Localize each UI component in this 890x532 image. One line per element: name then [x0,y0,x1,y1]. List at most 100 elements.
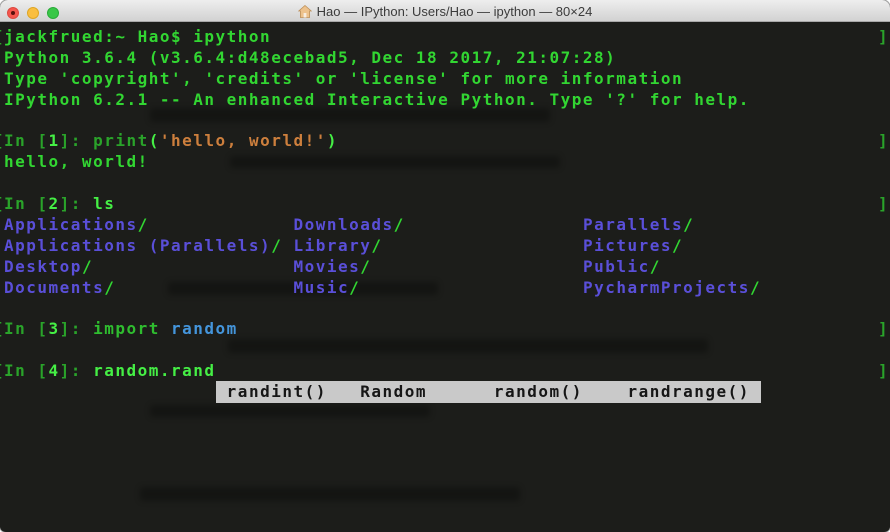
terminal-line: Applications (Parallels)/ Library/ Pictu… [0,236,890,257]
terminal-line [0,111,890,132]
window-title: Hao — IPython: Users/Hao — ipython — 80×… [317,4,593,19]
text-segment: / [683,215,694,234]
terminal-line: randint() Random random() randrange() [0,382,890,403]
text-segment [371,257,583,276]
text-segment: Documents [4,278,104,297]
text-segment: In [ [4,319,49,338]
text-segment: / [750,278,761,297]
text-segment: ( [149,131,160,150]
text-segment [383,236,583,255]
text-segment: 'hello, world!' [160,131,327,150]
line-edge-bracket: [ [0,319,5,340]
terminal-line: Desktop/ Movies/ Public/ [0,257,890,278]
text-segment: ]: [60,194,93,213]
line-edge-bracket: ] [878,27,889,48]
text-segment: / [82,257,93,276]
text-segment: ]: [60,319,93,338]
completion-item[interactable]: randrange() [627,382,749,401]
text-segment [360,278,583,297]
menu-offset [4,383,216,402]
text-segment: Public [583,257,650,276]
text-segment: 4 [49,361,60,380]
line-edge-bracket: ] [878,319,889,340]
text-segment: PycharmProjects [583,278,750,297]
menu-padding [750,382,761,401]
line-edge-bracket: [ [0,361,5,382]
text-segment: hello, world! [4,152,149,171]
menu-padding [216,382,227,401]
text-segment: Parallels [583,215,683,234]
text-segment [282,236,293,255]
text-segment: random [171,319,238,338]
text-segment: In [ [4,131,49,150]
terminal-line: Documents/ Music/ PycharmProjects/ [0,278,890,299]
text-segment: print [93,131,149,150]
terminal-line: [] In [3]: import random [0,319,890,340]
terminal-line: [] In [1]: print('hello, world!') [0,131,890,152]
text-segment: ]: [60,361,93,380]
completion-menu: randint() Random random() randrange() [216,381,762,403]
terminal-line: hello, world! [0,152,890,173]
text-segment: Type 'copyright', 'credits' or 'license'… [4,69,683,88]
terminal-line: [] In [2]: ls [0,194,890,215]
text-segment: Music [293,278,349,297]
terminal-output: [] jackfrued:~ Hao$ ipython Python 3.6.4 (… [0,22,890,403]
line-edge-bracket: ] [878,361,889,382]
text-segment: Desktop [4,257,82,276]
terminal-line: IPython 6.2.1 -- An enhanced Interactive… [0,90,890,111]
text-segment: ) [327,131,338,150]
text-segment: / [349,278,360,297]
text-segment: Downloads [293,215,393,234]
text-segment: Applications [4,215,138,234]
ghost-text-smudge [140,487,520,501]
line-edge-bracket: [ [0,194,5,215]
terminal-line: [] In [4]: random.rand [0,361,890,382]
text-segment: jackfrued:~ Hao$ ipython [4,27,271,46]
home-folder-icon[interactable] [298,5,312,18]
terminal-line: Python 3.6.4 (v3.6.4:d48ecebad5, Dec 18 … [0,48,890,69]
text-segment: / [371,236,382,255]
text-segment [160,319,171,338]
text-segment: Python 3.6.4 (v3.6.4:d48ecebad5, Dec 18 … [4,48,616,67]
text-segment: Movies [293,257,360,276]
text-segment: / [104,278,115,297]
window-titlebar[interactable]: Hao — IPython: Users/Hao — ipython — 80×… [0,0,890,22]
text-segment: / [138,215,149,234]
text-segment: random.rand [93,361,215,380]
text-segment: / [394,215,405,234]
terminal-line [0,340,890,361]
text-segment: ls [93,194,115,213]
completion-item[interactable]: randint() [227,382,361,401]
titlebar-title-area: Hao — IPython: Users/Hao — ipython — 80×… [0,0,890,22]
text-segment: / [271,236,282,255]
line-edge-bracket: ] [878,131,889,152]
text-segment: 3 [49,319,60,338]
text-segment: / [360,257,371,276]
text-segment: import [93,319,160,338]
text-segment: IPython 6.2.1 -- An enhanced Interactive… [4,90,750,109]
text-segment: 1 [49,131,60,150]
terminal-line: Applications/ Downloads/ Parallels/ [0,215,890,236]
text-segment: 2 [49,194,60,213]
text-segment [149,215,294,234]
text-segment: / [672,236,683,255]
terminal-line [0,299,890,320]
text-segment: Applications (Parallels) [4,236,271,255]
completion-item[interactable]: random() [494,382,628,401]
text-segment: ]: [60,131,93,150]
terminal-window: Hao — IPython: Users/Hao — ipython — 80×… [0,0,890,532]
text-segment: Pictures [583,236,672,255]
terminal-screen[interactable]: [] jackfrued:~ Hao$ ipython Python 3.6.4 (… [0,22,890,531]
text-segment: In [ [4,361,49,380]
ghost-text-smudge [150,405,430,417]
line-edge-bracket: ] [878,194,889,215]
line-edge-bracket: [ [0,131,5,152]
completion-item[interactable]: Random [360,382,494,401]
line-edge-bracket: [ [0,27,5,48]
terminal-line [0,173,890,194]
text-segment [115,278,293,297]
text-segment: In [ [4,194,49,213]
text-segment: Library [293,236,371,255]
terminal-line: [] jackfrued:~ Hao$ ipython [0,27,890,48]
text-segment [405,215,583,234]
